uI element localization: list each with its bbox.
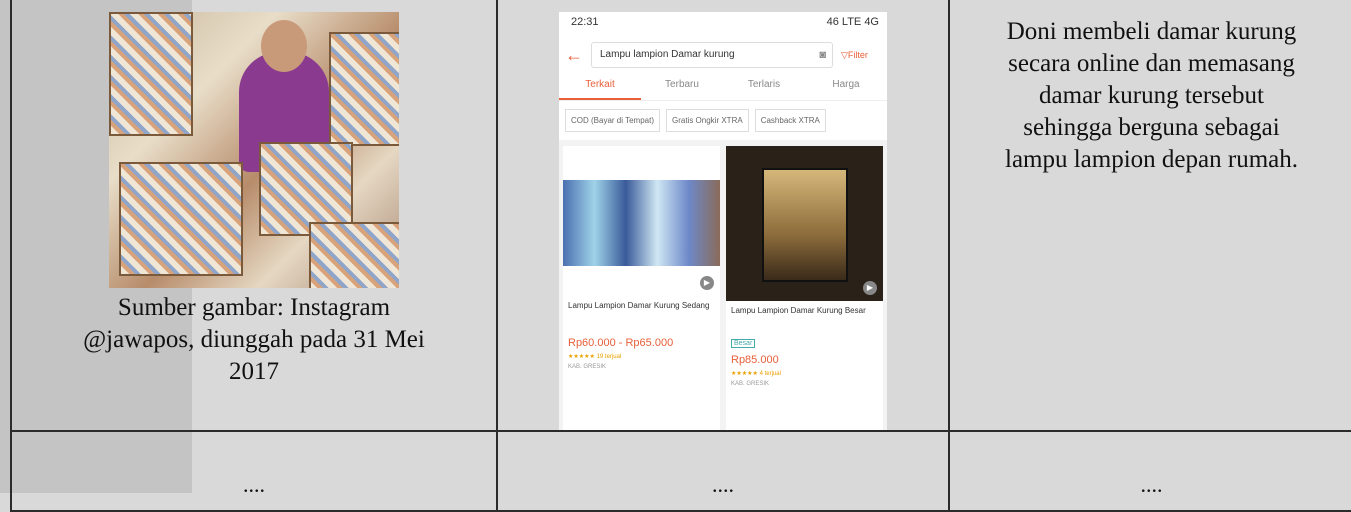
product-title: Lampu Lampion Damar Kurung Sedang (568, 301, 710, 310)
product-price: Rp85.000 (731, 354, 779, 366)
description-line: lampu lampion depan rumah. (1005, 146, 1298, 173)
description-cell: Doni membeli damar kurung secara online … (948, 0, 1351, 432)
phone-screenshot: 22:31 46 LTE 4G ← Lampu lampion Damar ku… (559, 12, 887, 430)
worksheet-table: Sumber gambar: Instagram @jawapos, diung… (10, 0, 1351, 512)
star-icons: ★★★★★ (568, 354, 597, 360)
status-bar: 22:31 46 LTE 4G (559, 12, 887, 38)
damar-kurung-photo (109, 12, 399, 288)
product-image: ▶ (563, 146, 720, 296)
filter-icon: ▽Filter (841, 49, 868, 60)
product-price: Rp60.000 - Rp65.000 (568, 337, 674, 349)
description-line: Doni membeli damar kurung (1006, 18, 1297, 45)
description-text: Doni membeli damar kurung secara online … (950, 16, 1351, 176)
back-arrow-icon: ← (565, 44, 583, 65)
photo-cell: Sumber gambar: Instagram @jawapos, diung… (10, 0, 498, 432)
product-location: KAB. GRESIK (731, 381, 770, 387)
status-time: 22:31 (571, 16, 599, 28)
blank-cell: .... (948, 430, 1351, 512)
tab-terbaru: Terbaru (665, 79, 699, 90)
screenshot-cell: 22:31 46 LTE 4G ← Lampu lampion Damar ku… (496, 0, 950, 432)
product-title: Lampu Lampion Damar Kurung Besar (731, 306, 866, 315)
description-line: damar kurung tersebut (1039, 82, 1264, 109)
filter-label: Filter (847, 49, 868, 60)
chip-cashback: Cashback XTRA (754, 109, 826, 132)
caption-line: @jawapos, diunggah pada 31 Mei (83, 326, 425, 353)
play-icon: ▶ (700, 276, 714, 290)
product-image: ▶ (726, 146, 883, 301)
star-icons: ★★★★★ (731, 371, 760, 377)
caption-line: Sumber gambar: Instagram (117, 294, 391, 321)
blank-cell: .... (10, 430, 498, 512)
ellipsis: .... (243, 472, 265, 497)
photo-caption: Sumber gambar: Instagram @jawapos, diung… (12, 292, 496, 388)
product-rating: ★★★★★ 19 terjual (568, 354, 622, 360)
status-icons: 46 LTE 4G (826, 16, 879, 28)
ellipsis: .... (1140, 472, 1163, 497)
camera-icon: ◙ (819, 49, 826, 61)
product-card: ▶ Lampu Lampion Damar Kurung Sedang Rp60… (563, 146, 720, 430)
tab-harga: Harga (832, 79, 860, 90)
description-line: sehingga berguna sebagai (1023, 114, 1280, 141)
play-icon: ▶ (863, 281, 877, 295)
product-rating: ★★★★★ 4 terjual (731, 371, 781, 377)
tab-terlaris: Terlaris (747, 79, 781, 90)
product-badge: Besar (731, 339, 756, 348)
caption-line: 2017 (229, 358, 279, 385)
search-box: Lampu lampion Damar kurung ◙ (591, 42, 833, 68)
product-location: KAB. GRESIK (568, 364, 607, 370)
search-text: Lampu lampion Damar kurung (600, 49, 735, 60)
chip-cod: COD (Bayar di Tempat) (565, 109, 660, 132)
product-card: ▶ Lampu Lampion Damar Kurung Besar Besar… (726, 146, 883, 430)
chip-gratis-ongkir: Gratis Ongkir XTRA (666, 109, 749, 132)
ellipsis: .... (712, 472, 734, 497)
tab-terkait: Terkait (559, 72, 641, 100)
blank-cell: .... (496, 430, 950, 512)
description-line: secara online dan memasang (1008, 50, 1295, 77)
